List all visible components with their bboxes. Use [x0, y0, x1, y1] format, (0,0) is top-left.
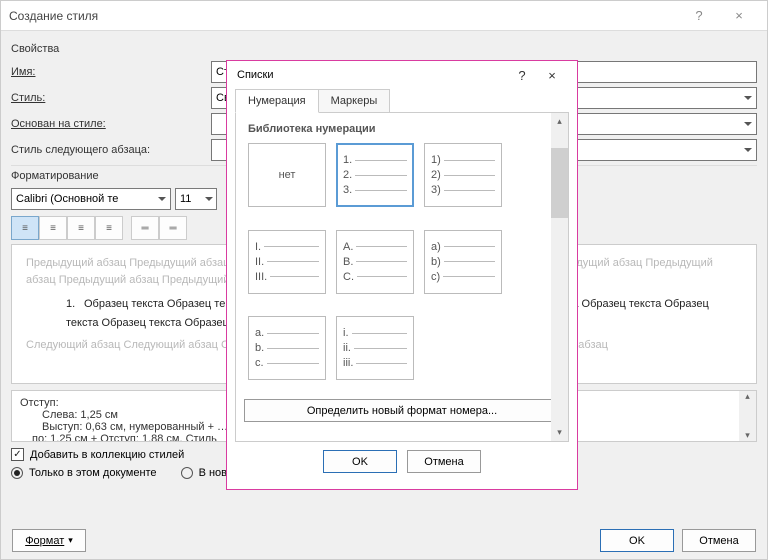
tab-numbering[interactable]: Нумерация — [235, 89, 319, 113]
align-right-button[interactable]: ≡ — [67, 216, 95, 240]
tab-bullets[interactable]: Маркеры — [318, 89, 391, 113]
lists-dialog: Списки ? × Нумерация Маркеры Библиотека … — [226, 60, 578, 490]
font-size-combo[interactable]: 11 — [175, 188, 217, 210]
name-label: Имя: — [11, 66, 211, 78]
details-scrollbar[interactable]: ▴▾ — [739, 391, 756, 441]
titlebar: Создание стиля ? × — [1, 1, 767, 31]
add-to-collection-label: Добавить в коллекцию стилей — [30, 449, 184, 461]
numbering-option-alpha-lower-paren[interactable]: a) b) c) — [424, 230, 502, 294]
numbering-option-alpha-upper[interactable]: A. B. C. — [336, 230, 414, 294]
main-cancel-button[interactable]: Отмена — [682, 529, 756, 552]
only-this-doc-label: Только в этом документе — [29, 467, 157, 479]
only-this-doc-radio[interactable] — [11, 467, 23, 479]
define-new-format-button[interactable]: Определить новый формат номера... — [244, 399, 560, 422]
main-ok-button[interactable]: OK — [600, 529, 674, 552]
numbering-option-none[interactable]: нет — [248, 143, 326, 207]
help-button[interactable]: ? — [679, 2, 719, 30]
add-to-collection-checkbox[interactable]: ✓ — [11, 448, 24, 461]
numbering-library-label: Библиотека нумерации — [248, 123, 560, 135]
lists-titlebar: Списки ? × — [227, 61, 577, 89]
align-justify-button[interactable]: ≡ — [95, 216, 123, 240]
next-style-label: Стиль следующего абзаца: — [11, 144, 211, 156]
numbering-grid: нет 1. 2. 3. 1) 2) 3) I. II. III. A. B. … — [244, 143, 560, 393]
line-spacing-2-button[interactable]: ═ — [159, 216, 187, 240]
format-menu-button-wrap: Формат — [12, 529, 86, 552]
numbering-option-decimal-dot[interactable]: 1. 2. 3. — [336, 143, 414, 207]
style-label: Стиль: — [11, 92, 211, 104]
align-center-button[interactable]: ≡ — [39, 216, 67, 240]
lists-help-button[interactable]: ? — [507, 68, 537, 83]
font-family-combo[interactable]: Calibri (Основной те — [11, 188, 171, 210]
lists-title: Списки — [237, 69, 507, 81]
numbering-tab-body: Библиотека нумерации нет 1. 2. 3. 1) 2) … — [235, 112, 569, 442]
properties-group-label: Свойства — [11, 43, 757, 55]
new-docs-radio[interactable] — [181, 467, 193, 479]
lists-ok-button[interactable]: OK — [323, 450, 397, 473]
dialog-title: Создание стиля — [9, 9, 679, 23]
align-left-button[interactable]: ≡ — [11, 216, 39, 240]
grid-scrollbar[interactable]: ▴▾ — [551, 113, 568, 441]
numbering-option-roman-lower[interactable]: i. ii. iii. — [336, 316, 414, 380]
numbering-option-roman-upper[interactable]: I. II. III. — [248, 230, 326, 294]
format-menu-button[interactable]: Формат — [12, 529, 86, 552]
lists-cancel-button[interactable]: Отмена — [407, 450, 481, 473]
close-button[interactable]: × — [719, 2, 759, 30]
lists-close-button[interactable]: × — [537, 68, 567, 83]
numbering-option-alpha-lower-dot[interactable]: a. b. c. — [248, 316, 326, 380]
based-on-label: Основан на стиле: — [11, 118, 211, 130]
numbering-option-decimal-paren[interactable]: 1) 2) 3) — [424, 143, 502, 207]
line-spacing-1-button[interactable]: ═ — [131, 216, 159, 240]
